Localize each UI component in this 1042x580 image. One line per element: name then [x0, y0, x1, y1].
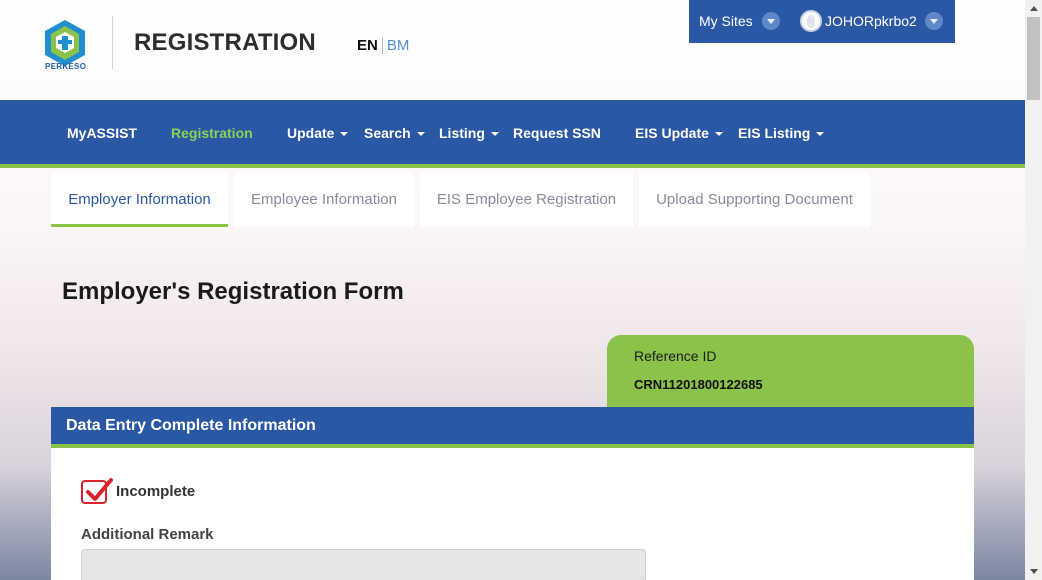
lang-bm-link[interactable]: BM [383, 37, 410, 54]
scroll-thumb[interactable] [1027, 17, 1040, 100]
caret-down-icon [816, 132, 825, 137]
nav-search[interactable]: Search [364, 125, 425, 141]
reference-id-value: CRN11201800122685 [634, 377, 763, 392]
nav-update[interactable]: Update [287, 125, 349, 141]
my-sites-link[interactable]: My Sites [699, 13, 753, 29]
scroll-up-arrow-icon[interactable] [1030, 6, 1038, 11]
language-switcher: EN BM [357, 37, 409, 54]
caret-down-icon [714, 132, 723, 137]
user-avatar[interactable] [800, 10, 822, 32]
nav-eis-update[interactable]: EIS Update [635, 125, 723, 141]
my-sites-dropdown-icon[interactable] [762, 12, 780, 30]
incomplete-checkbox-label: Incomplete [116, 483, 196, 500]
main-navbar: MyASSIST Registration Update Search List… [0, 100, 1025, 168]
tab-eis-employee-registration[interactable]: EIS Employee Registration [420, 173, 633, 227]
nav-label: Registration [171, 125, 253, 141]
nav-myassist[interactable]: MyASSIST [67, 125, 137, 141]
nav-label: Listing [439, 125, 485, 141]
reference-id-label: Reference ID [634, 348, 717, 364]
nav-registration[interactable]: Registration [171, 125, 253, 141]
page-header: PERKESO REGISTRATION EN BM My Sites JOHOR… [0, 0, 1025, 100]
incomplete-checkbox[interactable] [81, 478, 113, 504]
vertical-scrollbar[interactable] [1025, 0, 1042, 580]
user-topbar: My Sites JOHORpkrbo2 [689, 0, 955, 43]
nav-label: Search [364, 125, 411, 141]
section-title: Data Entry Complete Information [66, 417, 316, 434]
caret-down-icon [490, 132, 499, 137]
nav-listing[interactable]: Listing [439, 125, 499, 141]
additional-remark-label: Additional Remark [81, 526, 214, 543]
tab-employer-information[interactable]: Employer Information [51, 173, 228, 227]
page-title: REGISTRATION [134, 29, 316, 56]
user-dropdown-icon[interactable] [925, 12, 943, 30]
nav-label: EIS Update [635, 125, 709, 141]
header-divider [112, 16, 113, 69]
nav-label: MyASSIST [67, 125, 138, 141]
logo-text: PERKESO [45, 62, 87, 71]
form-title: Employer's Registration Form [62, 278, 404, 305]
caret-down-icon [416, 132, 425, 137]
checkmark-icon [86, 478, 113, 501]
lang-en-link[interactable]: EN [357, 37, 383, 54]
nav-request-ssn[interactable]: Request SSN [513, 125, 601, 141]
nav-eis-listing[interactable]: EIS Listing [738, 125, 825, 141]
section-header: Data Entry Complete Information [51, 407, 974, 448]
tab-upload-supporting-document[interactable]: Upload Supporting Document [639, 173, 870, 227]
data-entry-panel: Incomplete Additional Remark [51, 448, 974, 580]
reference-id-box: Reference ID CRN11201800122685 [607, 335, 974, 407]
username-link[interactable]: JOHORpkrbo2 [825, 13, 917, 29]
additional-remark-input[interactable] [81, 549, 646, 580]
caret-down-icon [340, 132, 349, 137]
nav-label: Request SSN [513, 125, 601, 141]
nav-label: EIS Listing [738, 125, 811, 141]
nav-label: Update [287, 125, 335, 141]
scroll-down-arrow-icon[interactable] [1030, 569, 1038, 574]
tab-employee-information[interactable]: Employee Information [234, 173, 414, 227]
